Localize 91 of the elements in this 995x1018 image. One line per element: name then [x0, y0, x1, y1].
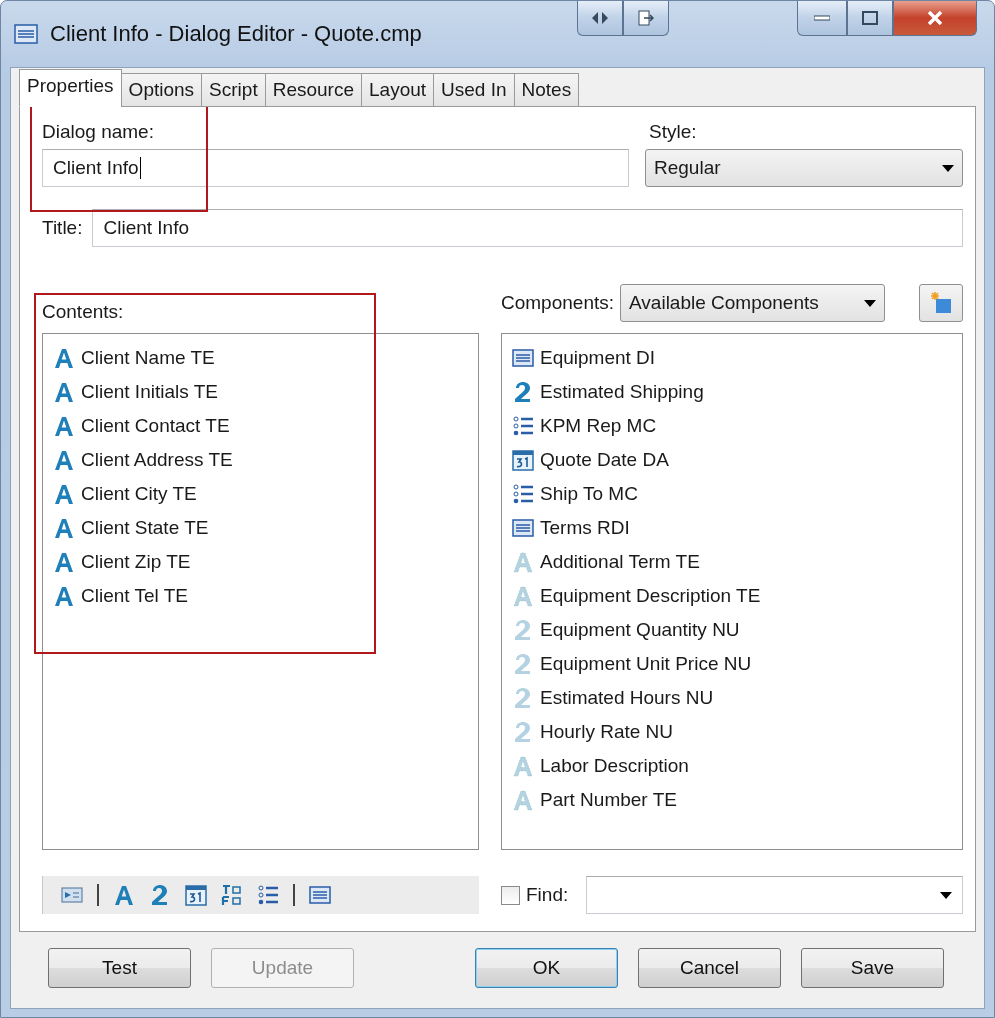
dialog-button[interactable]: Test	[48, 948, 191, 988]
list-item[interactable]: Client State TE	[53, 511, 468, 545]
list-item[interactable]: Client Zip TE	[53, 545, 468, 579]
minimize-icon	[814, 15, 830, 21]
bullet-list-icon	[512, 483, 534, 505]
list-item[interactable]: Equipment DI	[512, 341, 952, 375]
sparkle-icon	[929, 291, 953, 315]
maximize-button[interactable]	[847, 1, 893, 36]
list-item[interactable]: Estimated Shipping	[512, 375, 952, 409]
list-label: Contents:	[42, 301, 124, 323]
dropdown-arrow-icon	[864, 299, 876, 307]
components-dropdown[interactable]: Available Components	[620, 284, 885, 322]
tab[interactable]: Properties	[19, 69, 122, 107]
letter-a-icon	[53, 551, 75, 573]
list-item[interactable]: Client City TE	[53, 477, 468, 511]
list-box-icon	[512, 517, 534, 539]
tab[interactable]: Options	[120, 73, 203, 107]
list-item[interactable]: Equipment Description TE	[512, 579, 952, 613]
letter-a-icon	[512, 755, 534, 777]
input-field[interactable]: Client Info	[92, 209, 963, 247]
list-item[interactable]: Client Initials TE	[53, 375, 468, 409]
window-icon	[14, 24, 38, 44]
letter-a-icon	[512, 551, 534, 573]
letter-a-icon	[53, 381, 75, 403]
bullet-list-icon	[257, 884, 279, 906]
list-box-icon	[512, 347, 534, 369]
toolbar-button[interactable]	[309, 884, 331, 906]
list-item[interactable]: Equipment Quantity NU	[512, 613, 952, 647]
list-item[interactable]: Part Number TE	[512, 783, 952, 817]
list-item[interactable]: Hourly Rate NU	[512, 715, 952, 749]
list-item[interactable]: Labor Description	[512, 749, 952, 783]
list-item[interactable]: Quote Date DA	[512, 443, 952, 477]
left-right-arrows-icon	[592, 12, 608, 24]
list-item[interactable]: Equipment Unit Price NU	[512, 647, 952, 681]
maximize-icon	[862, 11, 878, 25]
list-item[interactable]: Estimated Hours NU	[512, 681, 952, 715]
window-title: Client Info - Dialog Editor - Quote.cmp	[50, 21, 422, 47]
tab[interactable]: Resource	[264, 73, 362, 107]
field-label: Title:	[42, 217, 83, 239]
list-item[interactable]: KPM Rep MC	[512, 409, 952, 443]
input-field[interactable]: Client Info	[42, 149, 629, 187]
list-item[interactable]: Client Address TE	[53, 443, 468, 477]
new-component-button[interactable]	[919, 284, 963, 322]
style-dropdown[interactable]: Regular	[645, 149, 963, 187]
field-label: Dialog name:	[42, 121, 155, 143]
dialog-button[interactable]: Save	[801, 948, 944, 988]
list-item[interactable]: Client Tel TE	[53, 579, 468, 613]
letter-a-icon	[53, 585, 75, 607]
tab[interactable]: Layout	[361, 73, 435, 107]
form-icon	[221, 884, 243, 906]
tab[interactable]: Used In	[433, 73, 515, 107]
close-icon	[927, 11, 943, 25]
field-label: Style:	[649, 121, 698, 143]
letter-a-icon	[53, 517, 75, 539]
letter-a-icon	[512, 585, 534, 607]
dialog-button[interactable]: Cancel	[638, 948, 781, 988]
dropdown-arrow-icon	[940, 891, 952, 899]
letter-a-icon	[113, 884, 135, 906]
toolbar-button[interactable]	[185, 884, 207, 906]
checkbox[interactable]	[501, 885, 520, 905]
list-box-icon	[309, 884, 331, 906]
export-button[interactable]	[623, 1, 669, 36]
dropdown-arrow-icon	[942, 164, 954, 172]
minimize-button[interactable]	[797, 1, 847, 36]
toolbar-button[interactable]	[61, 884, 83, 906]
letter-a-icon	[53, 483, 75, 505]
calendar-icon	[512, 449, 534, 471]
toolbar-button[interactable]	[221, 884, 243, 906]
insert-field-icon	[61, 884, 83, 906]
tab[interactable]: Script	[201, 73, 266, 107]
toolbar-button[interactable]	[257, 884, 279, 906]
list-item[interactable]: Terms RDI	[512, 511, 952, 545]
arrows-button[interactable]	[577, 1, 623, 36]
letter-a-icon	[512, 789, 534, 811]
letter-a-icon	[53, 449, 75, 471]
dialog-button[interactable]: OK	[475, 948, 618, 988]
page-arrow-icon	[638, 10, 654, 26]
list-item[interactable]: Ship To MC	[512, 477, 952, 511]
calendar-icon	[185, 884, 207, 906]
list-label: Components:	[501, 292, 614, 314]
find-field[interactable]	[586, 876, 963, 914]
list-item[interactable]: Client Name TE	[53, 341, 468, 375]
close-button[interactable]	[893, 1, 977, 36]
list-item[interactable]: Additional Term TE	[512, 545, 952, 579]
list-item[interactable]: Client Contact TE	[53, 409, 468, 443]
field-label: Find:	[526, 884, 569, 906]
tab[interactable]: Notes	[513, 73, 580, 107]
letter-a-icon	[53, 347, 75, 369]
bullet-list-icon	[512, 415, 534, 437]
toolbar-button[interactable]	[113, 884, 135, 906]
letter-a-icon	[53, 415, 75, 437]
